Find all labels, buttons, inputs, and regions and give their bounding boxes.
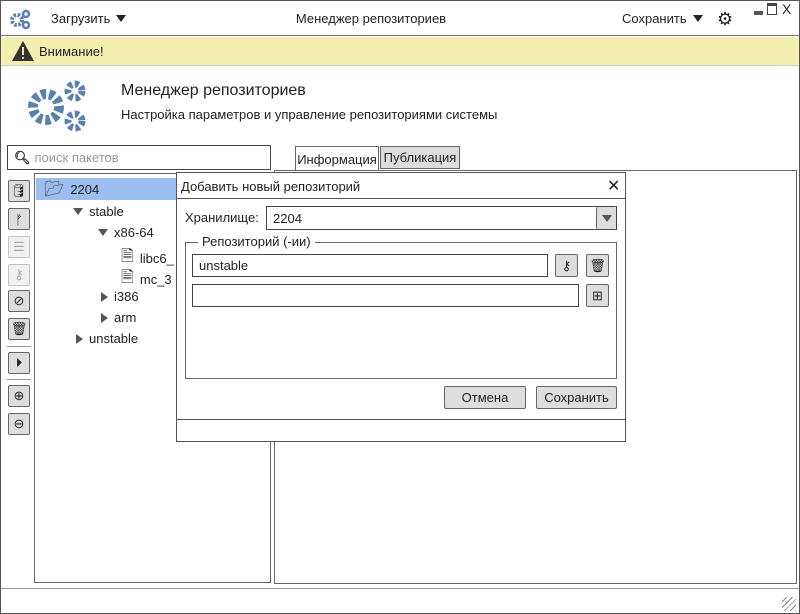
- play-icon: ⏵: [15, 355, 23, 370]
- caret-right-icon: [76, 333, 83, 344]
- expand-button[interactable]: ⊕: [8, 385, 30, 407]
- tab-publication[interactable]: Публикация: [380, 146, 460, 169]
- folder-open-icon: 📂︎: [44, 181, 65, 198]
- toolbar-divider: [7, 346, 31, 347]
- save-label: Сохранить: [622, 11, 687, 26]
- dialog-title: Добавить новый репозиторий: [181, 179, 361, 194]
- dropdown-button[interactable]: [596, 207, 616, 229]
- branch-button[interactable]: ᚠ: [8, 208, 30, 230]
- tree-label: unstable: [89, 331, 139, 346]
- add-repository-dialog: Добавить новый репозиторий ✕ Хранилище: …: [176, 172, 626, 442]
- delete-repository-button[interactable]: 🗑: [586, 254, 609, 277]
- close-window-button[interactable]: X: [782, 1, 791, 17]
- caret-down-icon: [98, 229, 108, 236]
- add-repository-button[interactable]: ⊞: [586, 284, 609, 307]
- chevron-down-icon: [601, 214, 612, 222]
- minimize-button[interactable]: [754, 11, 763, 15]
- close-icon[interactable]: ✕: [607, 176, 620, 196]
- block-icon: ⊘: [13, 293, 25, 308]
- trash-icon: 🗑: [10, 321, 28, 336]
- search-input[interactable]: 🔍︎ поиск пакетов: [7, 145, 271, 170]
- warning-icon: [12, 41, 34, 61]
- tree-label: 2204: [70, 181, 100, 197]
- sliders-icon: ☰: [13, 239, 25, 254]
- tree-label: mc_3: [139, 272, 172, 287]
- tree-item-arm[interactable]: arm: [101, 310, 136, 325]
- search-icon: 🔍︎: [14, 149, 31, 165]
- key-button[interactable]: ⚷: [8, 264, 30, 286]
- tree-item-stable[interactable]: stable: [73, 204, 124, 219]
- search-placeholder: поиск пакетов: [34, 150, 119, 165]
- repository-value: unstable: [199, 258, 249, 273]
- tab-information[interactable]: Информация: [295, 146, 379, 171]
- branch-icon: ᚠ: [15, 211, 23, 227]
- dialog-footer-divider: [177, 419, 625, 420]
- tree-label: libc6_: [139, 251, 174, 266]
- group-label: Репозиторий (-ии): [198, 234, 315, 249]
- new-repository-input[interactable]: [192, 284, 579, 307]
- tree-label: x86-64: [114, 225, 154, 240]
- trash-icon: 🗑: [589, 257, 606, 273]
- tree-item-unstable[interactable]: unstable: [76, 331, 138, 346]
- toolbar-divider: [7, 379, 31, 380]
- storage-value: 2204: [273, 210, 302, 226]
- repositories-group: Репозиторий (-ии) unstable ⚷ 🗑 ⊞: [185, 234, 617, 379]
- maximize-button[interactable]: [767, 3, 777, 15]
- tree-label: arm: [114, 310, 137, 325]
- settings-button[interactable]: ☰: [8, 236, 30, 258]
- warning-bar: Внимание!: [1, 37, 799, 66]
- database-icon: 🛢: [10, 183, 28, 198]
- delete-button[interactable]: 🗑: [8, 318, 30, 340]
- dialog-title-bar: Добавить новый репозиторий ✕: [177, 173, 625, 199]
- minus-circle-icon: ⊖: [13, 416, 25, 431]
- header-title: Менеджер репозиториев: [121, 82, 306, 99]
- block-button[interactable]: ⊘: [8, 290, 30, 312]
- caret-down-icon: [73, 208, 83, 215]
- key-icon: ⚷: [561, 257, 572, 273]
- cancel-button[interactable]: Отмена: [444, 386, 526, 409]
- repository-input[interactable]: unstable: [192, 254, 548, 277]
- plus-circle-icon: ⊕: [13, 388, 25, 403]
- tree-label: stable: [89, 204, 124, 219]
- status-bar-divider: [1, 588, 799, 589]
- storage-select[interactable]: 2204: [266, 206, 617, 230]
- header-gears-icon: [28, 80, 86, 132]
- tree-label: i386: [114, 289, 139, 304]
- resize-grip[interactable]: [782, 597, 796, 611]
- header-subtitle: Настройка параметров и управление репози…: [121, 107, 498, 122]
- plus-square-icon: ⊞: [592, 287, 603, 303]
- key-button[interactable]: ⚷: [555, 254, 578, 277]
- storage-label: Хранилище:: [185, 210, 259, 225]
- gear-icon[interactable]: ⚙: [717, 9, 733, 30]
- save-menu[interactable]: Сохранить: [622, 11, 703, 26]
- collapse-button[interactable]: ⊖: [8, 413, 30, 435]
- save-button[interactable]: Сохранить: [536, 386, 617, 409]
- key-icon: ⚷: [14, 267, 24, 282]
- caret-right-icon: [101, 312, 108, 323]
- chevron-down-icon: [692, 15, 703, 22]
- storage-button[interactable]: 🛢: [8, 180, 30, 202]
- tree-item-x86-64[interactable]: x86-64: [98, 225, 154, 240]
- tree-item-i386[interactable]: i386: [101, 289, 139, 304]
- caret-right-icon: [101, 291, 108, 302]
- title-bar: Загрузить Менеджер репозиториев Сохранит…: [1, 1, 799, 36]
- run-button[interactable]: ⏵: [8, 352, 30, 374]
- warning-text: Внимание!: [39, 44, 104, 59]
